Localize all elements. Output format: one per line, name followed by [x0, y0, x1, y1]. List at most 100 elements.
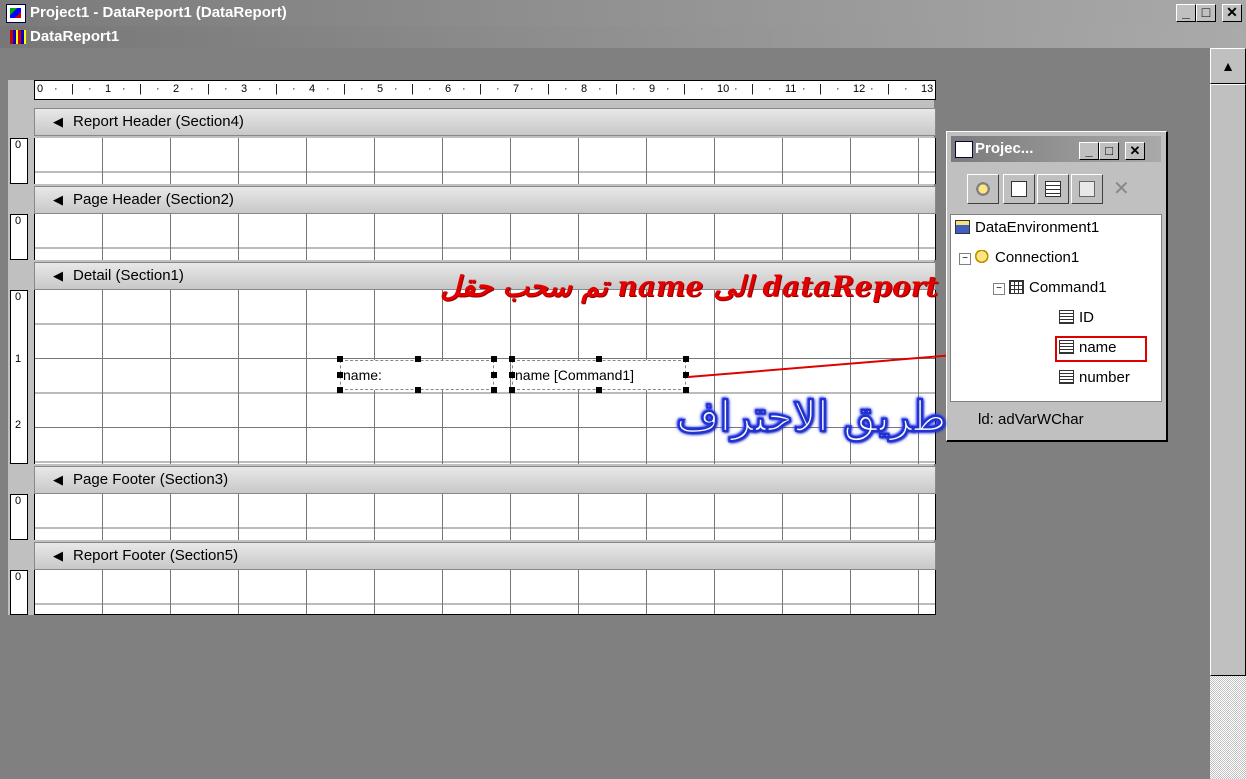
section-header-report-header[interactable]: ◀ Report Header (Section4) — [34, 108, 936, 136]
ruler-tick: | — [887, 83, 890, 95]
section-body-report-header[interactable] — [34, 138, 936, 184]
vertical-ruler: 0 — [10, 138, 28, 184]
ruler-mark: 1 — [105, 83, 112, 95]
tree-item-environment[interactable]: DataEnvironment1 — [955, 219, 1099, 236]
maximize-button[interactable]: □ — [1196, 4, 1216, 22]
ruler-mark: 2 — [173, 83, 180, 95]
window-title-bar: Project1 - DataReport1 (DataReport) _ □ … — [0, 0, 1246, 26]
section-header-report-footer[interactable]: ◀ Report Footer (Section5) — [34, 542, 936, 570]
project-minimize-button[interactable]: _ — [1079, 142, 1099, 160]
ruler-tick: | — [343, 83, 346, 95]
section-arrow-icon: ◀ — [53, 268, 63, 283]
ruler-tick: · — [598, 83, 602, 95]
ruler-tick: · — [292, 83, 296, 95]
section-body-report-footer[interactable] — [34, 570, 936, 615]
collapse-toggle[interactable]: − — [993, 283, 1005, 295]
ruler-tick: · — [360, 83, 364, 95]
collapse-toggle[interactable]: − — [959, 253, 971, 265]
ruler-tick: | — [275, 83, 278, 95]
scroll-thumb[interactable] — [1210, 84, 1246, 676]
ruler-mark: 13 — [921, 83, 934, 95]
project-explorer-window[interactable]: Projec... _ □ ✕ ✕ DataEnvironment1 − Conn… — [946, 131, 1168, 442]
tree-item-connection[interactable]: − Connection1 — [959, 249, 1079, 266]
field-type-status: ld: adVarWChar — [978, 411, 1084, 428]
ruler-tick: · — [666, 83, 670, 95]
tree-item-field-number[interactable]: number — [1059, 369, 1130, 386]
section-label: Report Footer (Section5) — [73, 547, 239, 564]
ruler-mark: 5 — [377, 83, 384, 95]
vertical-ruler: 0 — [10, 494, 28, 540]
ruler-tick: | — [751, 83, 754, 95]
add-connection-button[interactable] — [967, 174, 999, 204]
ruler-tick: · — [530, 83, 534, 95]
minimize-button[interactable]: _ — [1176, 4, 1196, 22]
ruler-tick: | — [411, 83, 414, 95]
view-code-icon — [1079, 181, 1095, 197]
connection-icon — [975, 181, 991, 197]
ruler-mark: 3 — [241, 83, 248, 95]
ruler-tick: · — [462, 83, 466, 95]
section-header-page-header[interactable]: ◀ Page Header (Section2) — [34, 186, 936, 214]
project-close-button[interactable]: ✕ — [1125, 142, 1145, 160]
ruler-mark: 7 — [513, 83, 520, 95]
vertical-ruler: 0 1 2 — [10, 290, 28, 464]
view-code-button[interactable] — [1071, 174, 1103, 204]
data-environment-icon — [955, 220, 970, 234]
ruler-tick: · — [496, 83, 500, 95]
project-explorer-title: Projec... — [975, 140, 1034, 157]
section-label: Report Header (Section4) — [73, 113, 244, 130]
ruler-mark: 10 — [717, 83, 730, 95]
ruler-tick: · — [734, 83, 738, 95]
report-textbox-control[interactable]: name [Command1] — [512, 360, 686, 390]
project-maximize-button[interactable]: □ — [1099, 142, 1119, 160]
data-environment-tree[interactable]: DataEnvironment1 − Connection1 − Command1 … — [950, 214, 1162, 402]
app-icon — [6, 4, 26, 23]
ruler-mark: 12 — [853, 83, 866, 95]
project-explorer-title-bar[interactable]: Projec... _ □ ✕ — [951, 136, 1161, 162]
section-arrow-icon: ◀ — [53, 548, 63, 563]
ruler-tick: | — [479, 83, 482, 95]
section-header-page-footer[interactable]: ◀ Page Footer (Section3) — [34, 466, 936, 494]
add-command-button[interactable] — [1003, 174, 1035, 204]
command-icon — [1009, 280, 1024, 294]
section-label: Page Footer (Section3) — [73, 471, 229, 488]
properties-button[interactable] — [1037, 174, 1069, 204]
ruler-tick: · — [904, 83, 908, 95]
section-label: Page Header (Section2) — [73, 191, 234, 208]
ruler-tick: | — [71, 83, 74, 95]
ruler-tick: · — [632, 83, 636, 95]
ruler-tick: · — [700, 83, 704, 95]
ruler-tick: | — [547, 83, 550, 95]
ruler-tick: · — [190, 83, 194, 95]
subwindow-title: DataReport1 — [30, 28, 120, 45]
report-label-control[interactable]: name: — [340, 360, 494, 390]
ruler-mark: 11 — [785, 83, 797, 95]
section-body-page-footer[interactable] — [34, 494, 936, 540]
scroll-up-button[interactable]: ▲ — [1210, 48, 1246, 84]
properties-icon — [1045, 181, 1061, 197]
project-icon — [955, 141, 973, 158]
window-title: Project1 - DataReport1 (DataReport) — [30, 4, 287, 21]
ruler-tick: | — [683, 83, 686, 95]
tree-item-command[interactable]: − Command1 — [993, 279, 1107, 296]
close-button[interactable]: ✕ — [1222, 4, 1242, 22]
section-body-page-header[interactable] — [34, 214, 936, 260]
delete-button[interactable]: ✕ — [1105, 174, 1137, 204]
vertical-ruler: 0 — [10, 214, 28, 260]
section-label: Detail (Section1) — [73, 267, 184, 284]
ruler-tick: | — [139, 83, 142, 95]
ruler-tick: · — [870, 83, 874, 95]
ruler-tick: · — [88, 83, 92, 95]
ruler-tick: · — [394, 83, 398, 95]
section-arrow-icon: ◀ — [53, 114, 63, 129]
tree-item-field-id[interactable]: ID — [1059, 309, 1094, 326]
ruler-tick: · — [768, 83, 772, 95]
ruler-tick: · — [836, 83, 840, 95]
vertical-scrollbar[interactable]: ▲ — [1210, 48, 1246, 779]
ruler-tick: · — [156, 83, 160, 95]
ruler-tick: · — [54, 83, 58, 95]
ruler-mark: 4 — [309, 83, 316, 95]
ruler-tick: · — [802, 83, 806, 95]
ruler-mark: 0 — [37, 83, 44, 95]
horizontal-ruler: 0 · | · 1 · | · 2 · | · 3 · | · 4 · | · 5 · | · 6 · | · 7 · | · 8 · | · 9 · | ·… — [34, 80, 936, 100]
